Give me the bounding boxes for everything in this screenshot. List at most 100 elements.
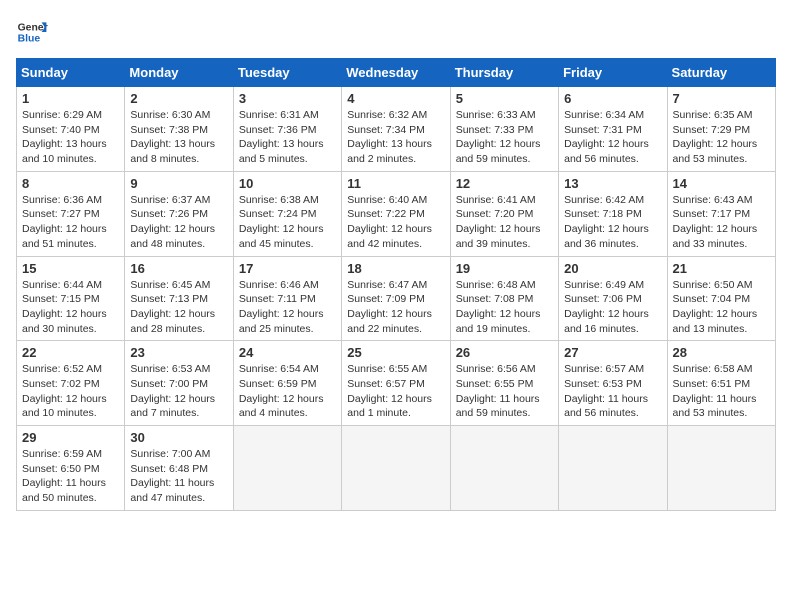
calendar-cell: 26 Sunrise: 6:56 AM Sunset: 6:55 PM Dayli…	[450, 341, 558, 426]
day-info: Sunrise: 6:43 AM Sunset: 7:17 PM Dayligh…	[673, 193, 770, 252]
day-info: Sunrise: 6:56 AM Sunset: 6:55 PM Dayligh…	[456, 362, 553, 421]
day-info: Sunrise: 6:38 AM Sunset: 7:24 PM Dayligh…	[239, 193, 336, 252]
day-info: Sunrise: 6:49 AM Sunset: 7:06 PM Dayligh…	[564, 278, 661, 337]
calendar-cell: 27Sunrise: 6:57 AM Sunset: 6:53 PM Dayli…	[559, 341, 667, 426]
day-number: 30	[130, 430, 227, 445]
day-info: Sunrise: 6:35 AM Sunset: 7:29 PM Dayligh…	[673, 108, 770, 167]
calendar-cell	[342, 426, 450, 511]
day-number: 28	[673, 345, 770, 360]
day-info: Sunrise: 6:46 AM Sunset: 7:11 PM Dayligh…	[239, 278, 336, 337]
day-number: 7	[673, 91, 770, 106]
day-info: Sunrise: 6:37 AM Sunset: 7:26 PM Dayligh…	[130, 193, 227, 252]
logo-icon: General Blue	[16, 16, 48, 48]
day-info: Sunrise: 6:58 AM Sunset: 6:51 PM Dayligh…	[673, 362, 770, 421]
calendar-cell	[233, 426, 341, 511]
day-number: 20	[564, 261, 661, 276]
day-number: 22	[22, 345, 119, 360]
day-info: Sunrise: 6:53 AM Sunset: 7:00 PM Dayligh…	[130, 362, 227, 421]
day-number: 21	[673, 261, 770, 276]
calendar-cell: 19 Sunrise: 6:48 AM Sunset: 7:08 PM Dayli…	[450, 256, 558, 341]
logo: General Blue	[16, 16, 52, 48]
day-info: Sunrise: 6:31 AM Sunset: 7:36 PM Dayligh…	[239, 108, 336, 167]
day-info: Sunrise: 6:48 AM Sunset: 7:08 PM Dayligh…	[456, 278, 553, 337]
calendar-week-row: 29 Sunrise: 6:59 AM Sunset: 6:50 PM Dayli…	[17, 426, 776, 511]
day-number: 4	[347, 91, 444, 106]
calendar-cell: 11 Sunrise: 6:40 AM Sunset: 7:22 PM Dayli…	[342, 171, 450, 256]
calendar-cell: 15 Sunrise: 6:44 AM Sunset: 7:15 PM Dayli…	[17, 256, 125, 341]
calendar-cell: 25 Sunrise: 6:55 AM Sunset: 6:57 PM Dayli…	[342, 341, 450, 426]
calendar-cell: 3 Sunrise: 6:31 AM Sunset: 7:36 PM Daylig…	[233, 87, 341, 172]
day-number: 1	[22, 91, 119, 106]
day-info: Sunrise: 6:34 AM Sunset: 7:31 PM Dayligh…	[564, 108, 661, 167]
day-info: Sunrise: 6:52 AM Sunset: 7:02 PM Dayligh…	[22, 362, 119, 421]
day-number: 2	[130, 91, 227, 106]
day-info: Sunrise: 6:47 AM Sunset: 7:09 PM Dayligh…	[347, 278, 444, 337]
day-info: Sunrise: 6:33 AM Sunset: 7:33 PM Dayligh…	[456, 108, 553, 167]
weekday-header-friday: Friday	[559, 59, 667, 87]
weekday-header-wednesday: Wednesday	[342, 59, 450, 87]
day-number: 15	[22, 261, 119, 276]
day-number: 29	[22, 430, 119, 445]
calendar-week-row: 1 Sunrise: 6:29 AM Sunset: 7:40 PM Daylig…	[17, 87, 776, 172]
day-info: Sunrise: 6:59 AM Sunset: 6:50 PM Dayligh…	[22, 447, 119, 506]
day-info: Sunrise: 6:36 AM Sunset: 7:27 PM Dayligh…	[22, 193, 119, 252]
day-number: 5	[456, 91, 553, 106]
calendar-cell	[559, 426, 667, 511]
day-number: 3	[239, 91, 336, 106]
day-info: Sunrise: 6:42 AM Sunset: 7:18 PM Dayligh…	[564, 193, 661, 252]
day-number: 25	[347, 345, 444, 360]
day-number: 27	[564, 345, 661, 360]
day-info: Sunrise: 6:45 AM Sunset: 7:13 PM Dayligh…	[130, 278, 227, 337]
calendar-cell: 28 Sunrise: 6:58 AM Sunset: 6:51 PM Dayli…	[667, 341, 775, 426]
svg-text:Blue: Blue	[18, 34, 41, 45]
day-info: Sunrise: 6:29 AM Sunset: 7:40 PM Dayligh…	[22, 108, 119, 167]
weekday-header-thursday: Thursday	[450, 59, 558, 87]
calendar-week-row: 22 Sunrise: 6:52 AM Sunset: 7:02 PM Dayli…	[17, 341, 776, 426]
calendar-cell: 16 Sunrise: 6:45 AM Sunset: 7:13 PM Dayli…	[125, 256, 233, 341]
weekday-header-monday: Monday	[125, 59, 233, 87]
page-header: General Blue	[16, 16, 776, 48]
day-number: 17	[239, 261, 336, 276]
day-number: 11	[347, 176, 444, 191]
calendar-cell: 10Sunrise: 6:38 AM Sunset: 7:24 PM Dayli…	[233, 171, 341, 256]
calendar-cell: 22 Sunrise: 6:52 AM Sunset: 7:02 PM Dayli…	[17, 341, 125, 426]
calendar-cell: 6 Sunrise: 6:34 AM Sunset: 7:31 PM Daylig…	[559, 87, 667, 172]
calendar-cell: 24Sunrise: 6:54 AM Sunset: 6:59 PM Dayli…	[233, 341, 341, 426]
day-number: 13	[564, 176, 661, 191]
day-number: 6	[564, 91, 661, 106]
day-number: 12	[456, 176, 553, 191]
calendar-cell: 14 Sunrise: 6:43 AM Sunset: 7:17 PM Dayli…	[667, 171, 775, 256]
day-number: 19	[456, 261, 553, 276]
day-info: Sunrise: 6:30 AM Sunset: 7:38 PM Dayligh…	[130, 108, 227, 167]
day-info: Sunrise: 6:40 AM Sunset: 7:22 PM Dayligh…	[347, 193, 444, 252]
day-info: Sunrise: 6:44 AM Sunset: 7:15 PM Dayligh…	[22, 278, 119, 337]
calendar-cell	[450, 426, 558, 511]
weekday-header-sunday: Sunday	[17, 59, 125, 87]
calendar-cell: 2 Sunrise: 6:30 AM Sunset: 7:38 PM Daylig…	[125, 87, 233, 172]
day-number: 16	[130, 261, 227, 276]
calendar-cell: 21Sunrise: 6:50 AM Sunset: 7:04 PM Dayli…	[667, 256, 775, 341]
day-number: 9	[130, 176, 227, 191]
calendar-cell: 17 Sunrise: 6:46 AM Sunset: 7:11 PM Dayli…	[233, 256, 341, 341]
calendar-cell: 18Sunrise: 6:47 AM Sunset: 7:09 PM Dayli…	[342, 256, 450, 341]
calendar-cell: 8 Sunrise: 6:36 AM Sunset: 7:27 PM Daylig…	[17, 171, 125, 256]
calendar-cell: 12Sunrise: 6:41 AM Sunset: 7:20 PM Dayli…	[450, 171, 558, 256]
calendar-cell: 7 Sunrise: 6:35 AM Sunset: 7:29 PM Daylig…	[667, 87, 775, 172]
calendar-week-row: 8 Sunrise: 6:36 AM Sunset: 7:27 PM Daylig…	[17, 171, 776, 256]
calendar-cell: 13 Sunrise: 6:42 AM Sunset: 7:18 PM Dayli…	[559, 171, 667, 256]
day-info: Sunrise: 6:54 AM Sunset: 6:59 PM Dayligh…	[239, 362, 336, 421]
calendar-cell: 29 Sunrise: 6:59 AM Sunset: 6:50 PM Dayli…	[17, 426, 125, 511]
calendar-cell: 30 Sunrise: 7:00 AM Sunset: 6:48 PM Dayli…	[125, 426, 233, 511]
day-info: Sunrise: 6:55 AM Sunset: 6:57 PM Dayligh…	[347, 362, 444, 421]
day-info: Sunrise: 7:00 AM Sunset: 6:48 PM Dayligh…	[130, 447, 227, 506]
day-number: 26	[456, 345, 553, 360]
day-number: 14	[673, 176, 770, 191]
calendar-cell	[667, 426, 775, 511]
calendar-week-row: 15 Sunrise: 6:44 AM Sunset: 7:15 PM Dayli…	[17, 256, 776, 341]
calendar-cell: 5 Sunrise: 6:33 AM Sunset: 7:33 PM Daylig…	[450, 87, 558, 172]
calendar-cell: 20 Sunrise: 6:49 AM Sunset: 7:06 PM Dayli…	[559, 256, 667, 341]
weekday-header-row: SundayMondayTuesdayWednesdayThursdayFrid…	[17, 59, 776, 87]
calendar-cell: 9 Sunrise: 6:37 AM Sunset: 7:26 PM Daylig…	[125, 171, 233, 256]
day-number: 8	[22, 176, 119, 191]
weekday-header-saturday: Saturday	[667, 59, 775, 87]
